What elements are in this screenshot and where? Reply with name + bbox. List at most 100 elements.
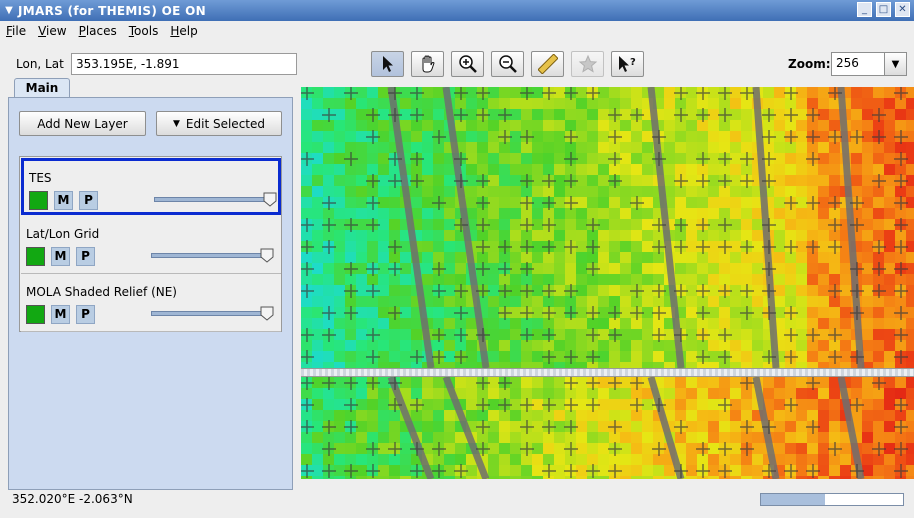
window-menu-icon[interactable]: ▼: [0, 5, 18, 16]
panner-split-divider[interactable]: [301, 368, 914, 377]
opacity-slider[interactable]: [154, 192, 277, 207]
zoom-out-tool-button[interactable]: [491, 51, 524, 77]
layer-visibility-toggle[interactable]: [26, 305, 45, 324]
layer-panner-toggle[interactable]: P: [76, 305, 95, 324]
main-map-tile: [510, 186, 521, 197]
main-map-tile: [334, 142, 345, 153]
main-map-tile: [554, 340, 565, 351]
main-map-tile: [818, 274, 829, 285]
main-map-tile: [554, 208, 565, 219]
panner-map-tile: [543, 443, 554, 454]
main-map-tile: [576, 98, 587, 109]
layer-panner-toggle[interactable]: P: [79, 191, 98, 210]
main-map-tile: [884, 120, 895, 131]
main-map-tile: [785, 186, 796, 197]
main-map-tile: [323, 87, 334, 98]
main-map-tile: [554, 318, 565, 329]
main-map-tile: [708, 252, 719, 263]
panner-map-tile: [829, 432, 840, 443]
favorite-tool-button[interactable]: [571, 51, 604, 77]
panner-map-tile: [873, 432, 884, 443]
main-map-tile: [532, 186, 543, 197]
main-map-tile: [862, 120, 873, 131]
chevron-down-icon[interactable]: ▼: [884, 53, 906, 75]
close-button[interactable]: ✕: [895, 2, 910, 17]
panner-map-tile: [675, 410, 686, 421]
main-map-tile: [345, 142, 356, 153]
lonlat-input[interactable]: [71, 53, 297, 75]
layer-panel: Main Add New Layer ▼ Edit Selected TES M…: [8, 78, 293, 490]
main-map-tile: [312, 175, 323, 186]
opacity-slider[interactable]: [151, 248, 274, 263]
layer-visibility-toggle[interactable]: [26, 247, 45, 266]
panner-map-tile: [488, 476, 499, 479]
main-map-tile: [576, 230, 587, 241]
main-map-tile: [873, 219, 884, 230]
main-map-tile: [752, 230, 763, 241]
main-map-tile: [444, 175, 455, 186]
layer-visibility-toggle[interactable]: [29, 191, 48, 210]
layer-item-mola-relief[interactable]: MOLA Shaded Relief (NE) M P: [21, 275, 281, 332]
opacity-slider[interactable]: [151, 306, 274, 321]
menu-tools[interactable]: Tools: [129, 24, 159, 38]
main-map-tile: [532, 164, 543, 175]
pointer-tool-button[interactable]: [371, 51, 404, 77]
ruler-tool-button[interactable]: [531, 51, 564, 77]
main-map-tile: [752, 296, 763, 307]
main-map-tile: [884, 340, 895, 351]
menu-help[interactable]: Help: [170, 24, 197, 38]
minimize-button[interactable]: _: [857, 2, 872, 17]
main-map-tile: [796, 263, 807, 274]
map-view[interactable]: [301, 87, 914, 479]
layer-panner-toggle[interactable]: P: [76, 247, 95, 266]
main-map-tile: [906, 120, 914, 131]
maximize-button[interactable]: □: [876, 2, 891, 17]
main-map-tile: [422, 98, 433, 109]
main-map-tile: [664, 98, 675, 109]
main-map-tile: [554, 142, 565, 153]
pan-tool-button[interactable]: [411, 51, 444, 77]
panner-map-tile: [763, 388, 774, 399]
main-map-tile: [730, 263, 741, 274]
panner-map-tile: [741, 399, 752, 410]
layer-item-tes[interactable]: TES M P: [21, 158, 281, 215]
tab-main[interactable]: Main: [14, 78, 70, 98]
panner-map-tile: [312, 443, 323, 454]
panner-map-canvas[interactable]: [301, 377, 914, 479]
slider-thumb[interactable]: [260, 306, 274, 321]
main-map-tile: [741, 230, 752, 241]
panner-map-tile: [576, 432, 587, 443]
slider-thumb[interactable]: [263, 192, 277, 207]
layer-main-toggle[interactable]: M: [54, 191, 73, 210]
add-new-layer-button[interactable]: Add New Layer: [19, 111, 146, 136]
layer-main-toggle[interactable]: M: [51, 247, 70, 266]
main-map-tile: [312, 252, 323, 263]
zoom-select[interactable]: 256 ▼: [831, 52, 907, 76]
zoom-in-tool-button[interactable]: [451, 51, 484, 77]
menu-file[interactable]: File: [6, 24, 26, 38]
main-map-tile: [367, 98, 378, 109]
main-map-tile: [466, 197, 477, 208]
slider-thumb[interactable]: [260, 248, 274, 263]
help-tool-button[interactable]: ?: [611, 51, 644, 77]
main-map-tile: [323, 98, 334, 109]
main-map-canvas[interactable]: [301, 87, 914, 368]
panner-map-tile: [598, 443, 609, 454]
menu-view[interactable]: View: [38, 24, 66, 38]
main-map-tile: [642, 329, 653, 340]
main-map-tile: [301, 208, 312, 219]
panner-map-tile: [554, 476, 565, 479]
menu-places[interactable]: Places: [79, 24, 117, 38]
panner-map-tile: [554, 443, 565, 454]
main-map-tile: [730, 131, 741, 142]
layer-main-toggle[interactable]: M: [51, 305, 70, 324]
main-map-tile: [708, 318, 719, 329]
main-map-tile: [884, 329, 895, 340]
main-map-tile: [312, 230, 323, 241]
main-map-tile: [444, 241, 455, 252]
main-map-tile: [312, 142, 323, 153]
edit-selected-button[interactable]: ▼ Edit Selected: [156, 111, 282, 136]
layer-item-latlon-grid[interactable]: Lat/Lon Grid M P: [21, 217, 281, 274]
status-bar: 352.020°E -2.063°N: [0, 490, 914, 518]
dropdown-triangle-icon: ▼: [173, 118, 180, 129]
